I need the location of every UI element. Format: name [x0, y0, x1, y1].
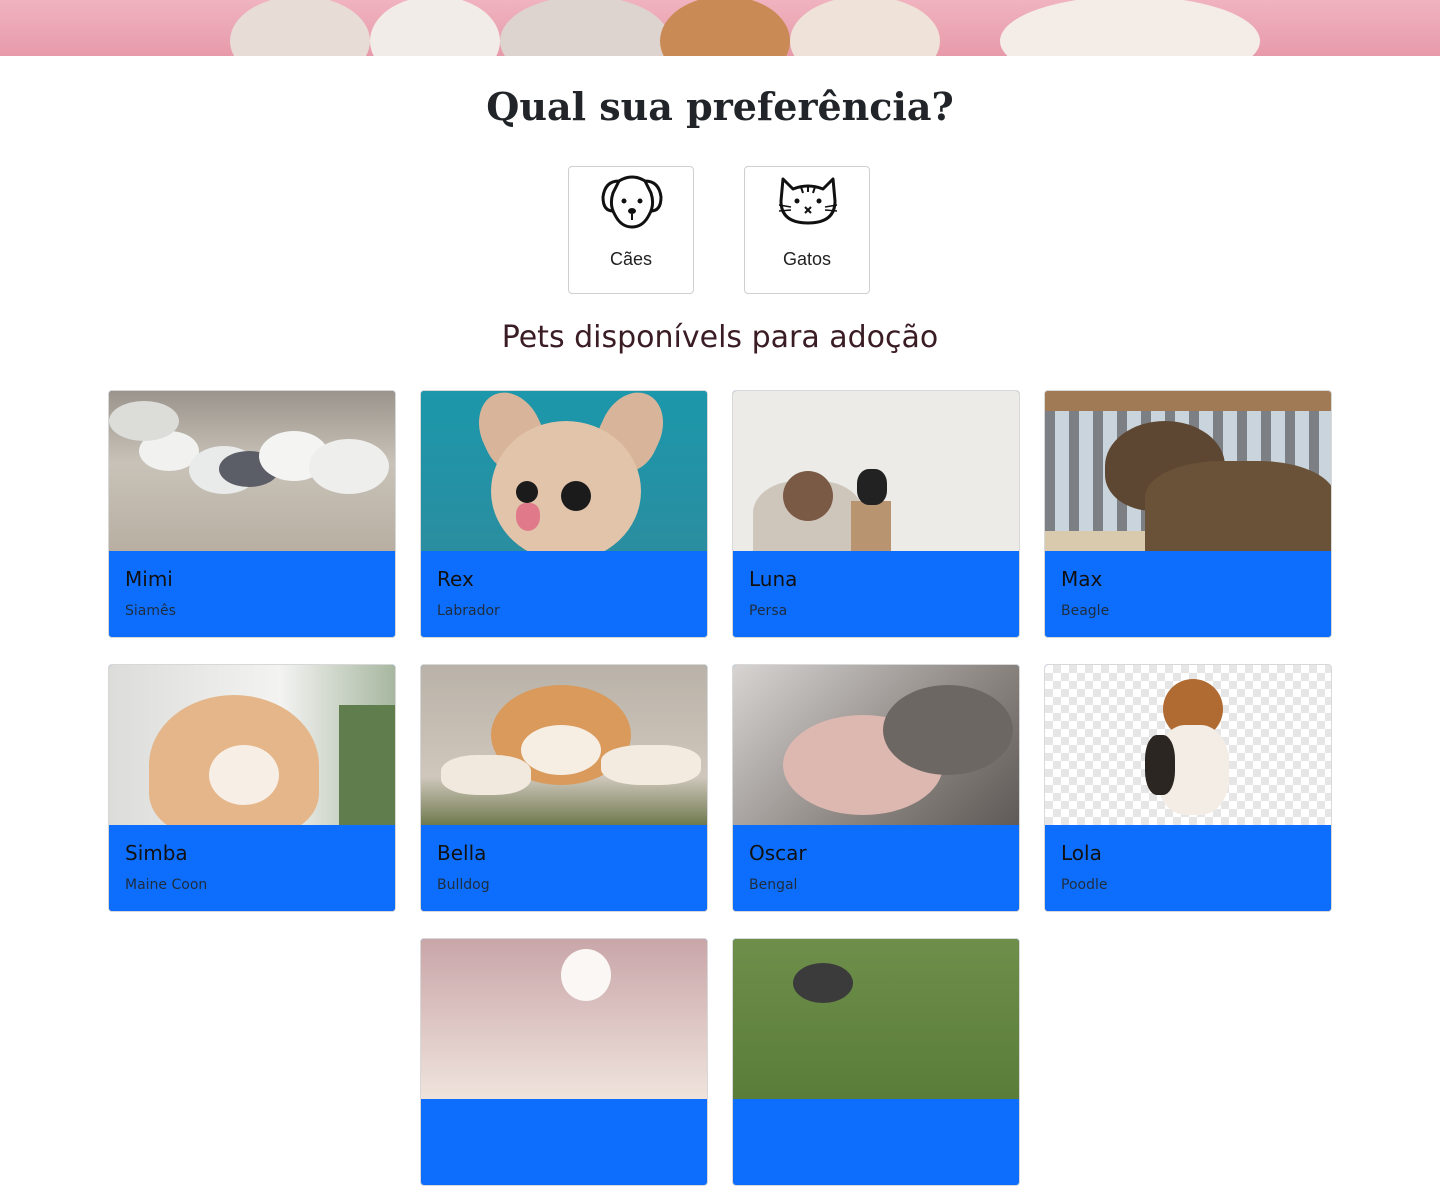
pet-card[interactable]: Bella Bulldog — [420, 664, 708, 912]
pet-card[interactable]: Lola Poodle — [1044, 664, 1332, 912]
pet-name: Luna — [749, 567, 798, 591]
pet-card-body: Luna Persa — [733, 551, 1019, 637]
preference-dogs-label: Cães — [609, 249, 653, 269]
pet-breed: Persa — [749, 603, 788, 619]
pet-card[interactable] — [732, 938, 1020, 1186]
pet-card-body: Oscar Bengal — [733, 825, 1019, 911]
chihuahua-photo — [421, 391, 707, 551]
pet-card[interactable]: Max Beagle — [1044, 390, 1332, 638]
preference-cats-button[interactable]: Gatos — [744, 166, 870, 294]
brindle-dog-photo — [1045, 391, 1331, 551]
cat-face-icon — [778, 177, 838, 225]
akita-puppy-photo — [421, 665, 707, 825]
pet-name: Mimi — [125, 567, 173, 591]
pet-card[interactable]: Mimi Siamês — [108, 390, 396, 638]
hero-banner — [0, 0, 1440, 56]
pet-card[interactable]: Simba Maine Coon — [108, 664, 396, 912]
hero-pet-1 — [230, 0, 370, 56]
seagulls-photo — [109, 391, 395, 551]
orange-cat-photo — [109, 665, 395, 825]
white-cat-photo — [421, 939, 707, 1099]
man-with-cat-photo — [733, 391, 1019, 551]
hero-pet-6 — [1000, 0, 1260, 56]
hero-pet-2 — [370, 0, 500, 56]
pet-breed: Labrador — [437, 603, 500, 619]
pet-card-body: Rex Labrador — [421, 551, 707, 637]
pet-breed: Bulldog — [437, 877, 490, 893]
pet-card[interactable]: Oscar Bengal — [732, 664, 1020, 912]
pet-name: Oscar — [749, 841, 807, 865]
pet-breed: Beagle — [1061, 603, 1110, 619]
pet-card[interactable] — [420, 938, 708, 1186]
pet-breed: Maine Coon — [125, 877, 208, 893]
dog-face-icon — [601, 175, 663, 229]
beagle-photo — [1045, 665, 1331, 825]
pet-name: Lola — [1061, 841, 1102, 865]
pet-name: Bella — [437, 841, 487, 865]
preference-cats-label: Gatos — [782, 249, 832, 269]
kittens-photo — [733, 665, 1019, 825]
pet-breed: Poodle — [1061, 877, 1108, 893]
pet-name: Rex — [437, 567, 474, 591]
pet-breed: Siamês — [125, 603, 176, 619]
pet-card-body: Simba Maine Coon — [109, 825, 395, 911]
pet-card-body: Lola Poodle — [1045, 825, 1331, 911]
pet-card-body: Mimi Siamês — [109, 551, 395, 637]
hero-pet-3 — [500, 0, 670, 56]
pet-card[interactable]: Rex Labrador — [420, 390, 708, 638]
hero-pet-4 — [660, 0, 790, 56]
pet-name: Max — [1061, 567, 1103, 591]
preference-dogs-button[interactable]: Cães — [568, 166, 694, 294]
pet-card[interactable]: Luna Persa — [732, 390, 1020, 638]
pet-breed: Bengal — [749, 877, 798, 893]
page-title: Qual sua preferência? — [486, 84, 954, 129]
hero-pet-5 — [790, 0, 940, 56]
schnauzer-photo — [733, 939, 1019, 1099]
pet-name: Simba — [125, 841, 188, 865]
pet-card-body: Bella Bulldog — [421, 825, 707, 911]
section-title: Pets disponívels para adoção — [501, 320, 939, 355]
pet-card-body: Max Beagle — [1045, 551, 1331, 637]
